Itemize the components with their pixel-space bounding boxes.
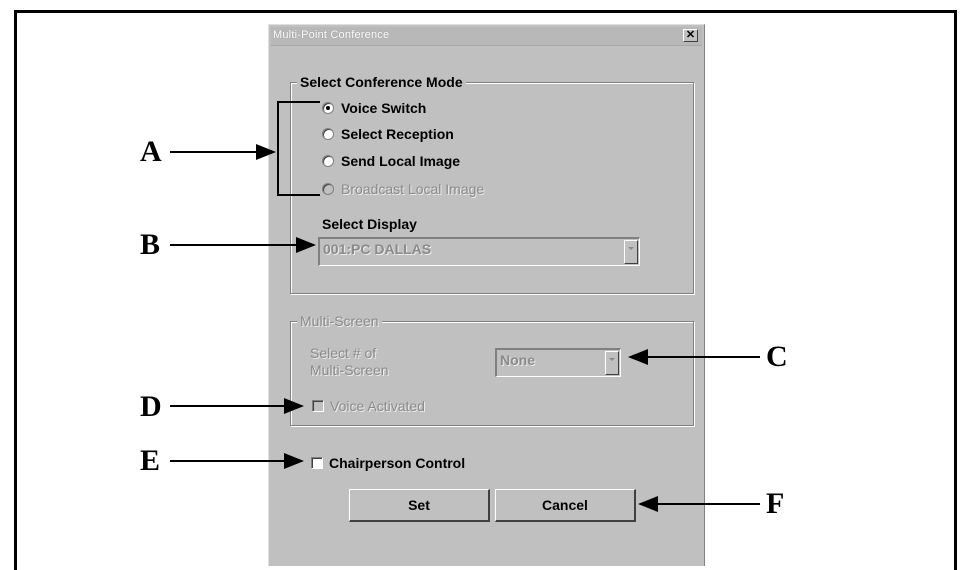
bracket-a — [277, 101, 320, 196]
callout-arrows — [170, 101, 760, 512]
